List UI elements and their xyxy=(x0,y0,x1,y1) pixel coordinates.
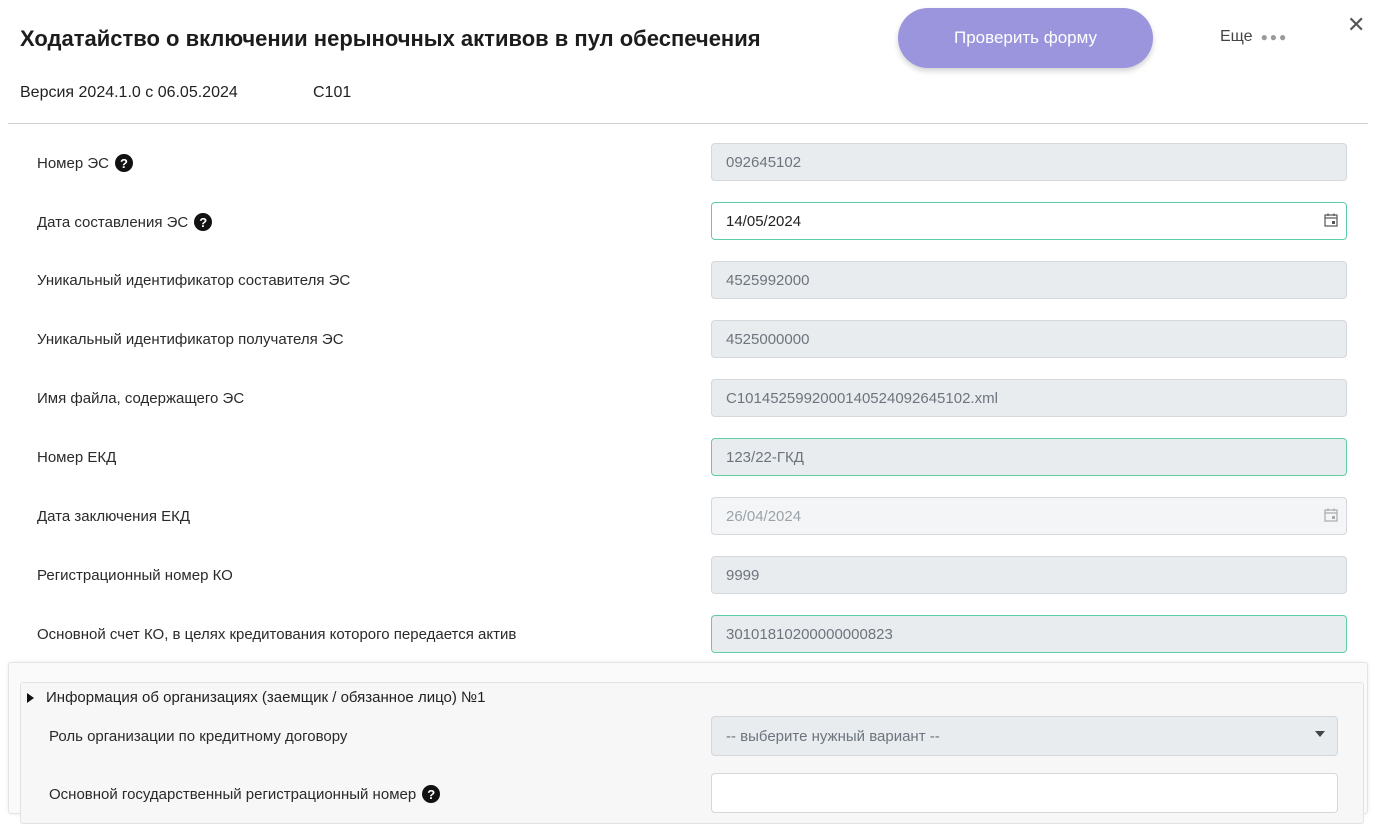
field-row-ekd-number: Номер ЕКД 123/22-ГКД xyxy=(0,438,1374,478)
role-select-value: -- выберите нужный вариант -- xyxy=(726,727,940,745)
es-date-input[interactable]: 14/05/2024 xyxy=(711,202,1347,240)
field-label: Регистрационный номер КО xyxy=(37,567,233,584)
es-date-value: 14/05/2024 xyxy=(726,212,802,230)
field-row-sender-id: Уникальный идентификатор составителя ЭС … xyxy=(0,261,1374,301)
field-label: Номер ЕКД xyxy=(37,449,117,466)
ogrn-input[interactable] xyxy=(711,773,1338,813)
section-title: Информация об организациях (заемщик / об… xyxy=(46,689,486,706)
main-account-input[interactable]: 30101810200000000823 xyxy=(711,615,1347,653)
close-icon[interactable]: ✕ xyxy=(1347,12,1365,38)
sender-id-input[interactable]: 4525992000 xyxy=(711,261,1347,299)
calendar-icon[interactable] xyxy=(1324,213,1338,227)
file-name-input[interactable]: C1014525992000140524092645102.xml xyxy=(711,379,1347,417)
more-dots-icon: ●●● xyxy=(1260,30,1289,44)
field-row-file-name: Имя файла, содержащего ЭС C1014525992000… xyxy=(0,379,1374,419)
field-label: Основной счет КО, в целях кредитования к… xyxy=(37,626,517,643)
field-label: Номер ЭС ? xyxy=(37,154,133,172)
form-header: Ходатайство о включении нерыночных актив… xyxy=(0,0,1374,124)
field-row-es-date: Дата составления ЭС ? 14/05/2024 xyxy=(0,202,1374,242)
field-label: Дата заключения ЕКД xyxy=(37,508,191,525)
form-code: C101 xyxy=(313,84,352,101)
field-row-recipient-id: Уникальный идентификатор получателя ЭС 4… xyxy=(0,320,1374,360)
ekd-date-input[interactable]: 26/04/2024 xyxy=(711,497,1347,535)
field-label-text: Дата составления ЭС xyxy=(37,213,189,231)
version-text: Версия 2024.1.0 с 06.05.2024 xyxy=(20,84,238,101)
field-row-ekd-date: Дата заключения ЕКД 26/04/2024 xyxy=(0,497,1374,537)
field-label-text: Номер ЭС xyxy=(37,154,109,172)
field-row-es-number: Номер ЭС ? 092645102 xyxy=(0,143,1374,183)
role-label: Роль организации по кредитному договору xyxy=(49,728,348,745)
field-label: Дата составления ЭС ? xyxy=(37,213,213,231)
page-title: Ходатайство о включении нерыночных актив… xyxy=(20,26,761,51)
ko-reg-number-input[interactable]: 9999 xyxy=(711,556,1347,594)
header-divider xyxy=(8,123,1368,124)
es-number-input[interactable]: 092645102 xyxy=(711,143,1347,181)
caret-right-icon xyxy=(27,692,34,703)
calendar-icon[interactable] xyxy=(1324,508,1338,522)
ogrn-label-text: Основной государственный регистрационный… xyxy=(49,785,417,803)
ekd-date-value: 26/04/2024 xyxy=(726,507,802,525)
more-menu-button[interactable]: Еще ●●● xyxy=(1220,28,1288,46)
role-select[interactable]: -- выберите нужный вариант -- xyxy=(711,716,1338,756)
help-icon[interactable]: ? xyxy=(422,785,441,803)
field-row-ko-reg-number: Регистрационный номер КО 9999 xyxy=(0,556,1374,596)
help-icon[interactable]: ? xyxy=(114,154,133,172)
recipient-id-input[interactable]: 4525000000 xyxy=(711,320,1347,358)
more-label: Еще xyxy=(1220,28,1253,45)
field-row-main-account: Основной счет КО, в целях кредитования к… xyxy=(0,615,1374,655)
dropdown-arrow-icon xyxy=(1315,731,1325,737)
field-label: Уникальный идентификатор получателя ЭС xyxy=(37,331,344,348)
ogrn-label: Основной государственный регистрационный… xyxy=(49,785,441,803)
field-label: Уникальный идентификатор составителя ЭС xyxy=(37,272,351,289)
check-form-button[interactable]: Проверить форму xyxy=(898,8,1153,68)
ekd-number-input[interactable]: 123/22-ГКД xyxy=(711,438,1347,476)
help-icon[interactable]: ? xyxy=(194,213,213,231)
organization-section-toggle[interactable]: Информация об организациях (заемщик / об… xyxy=(27,689,485,706)
field-label: Имя файла, содержащего ЭС xyxy=(37,390,245,407)
